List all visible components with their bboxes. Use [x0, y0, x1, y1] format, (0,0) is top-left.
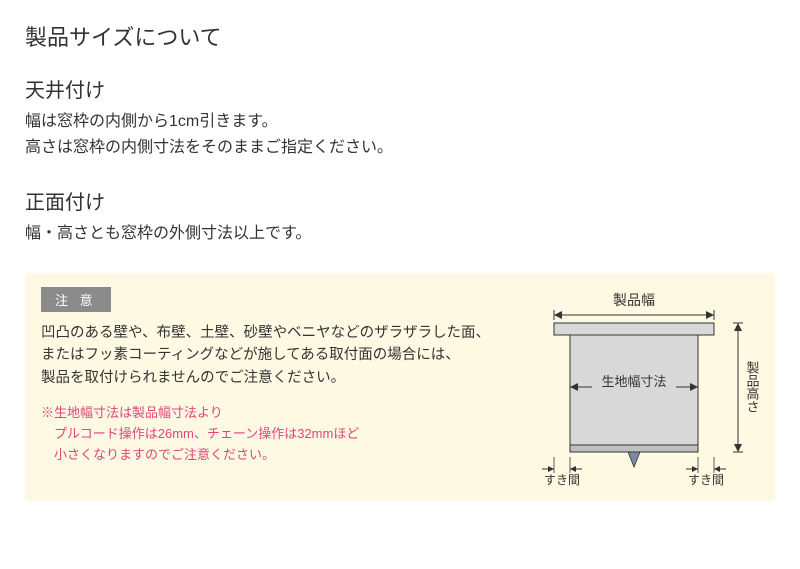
label-fabric-width: 生地幅寸法 — [601, 374, 666, 389]
notice-line: 凹凸のある壁や、布壁、土壁、砂壁やベニヤなどのザラザラした面、 — [41, 325, 490, 341]
notice-badge: 注 意 — [41, 287, 111, 312]
notice-box: 注 意 凹凸のある壁や、布壁、土壁、砂壁やベニヤなどのザラザラした面、 またはフ… — [25, 273, 775, 501]
warning-line: プルコード操作は26mm、チェーン操作は32mmほど — [41, 424, 520, 445]
notice-text: 凹凸のある壁や、布壁、土壁、砂壁やベニヤなどのザラザラした面、 またはフッ素コー… — [41, 322, 520, 389]
notice-warning: ※生地幅寸法は製品幅寸法より プルコード操作は26mm、チェーン操作は32mmほ… — [41, 403, 520, 465]
section-heading-ceiling: 天井付け — [25, 74, 775, 103]
section-text: 幅は窓枠の内側から1cm引きます。 高さは窓枠の内側寸法をそのままご指定ください… — [25, 109, 775, 160]
section-heading-front: 正面付け — [25, 186, 775, 215]
label-gap-left: すき間 — [544, 473, 580, 487]
section-front: 正面付け 幅・高さとも窓枠の外側寸法以上です。 — [25, 186, 775, 247]
text-line: 幅は窓枠の内側から1cm引きます。 — [25, 113, 278, 130]
section-ceiling: 天井付け 幅は窓枠の内側から1cm引きます。 高さは窓枠の内側寸法をそのままご指… — [25, 74, 775, 160]
notice-line: 製品を取付けられませんのでご注意ください。 — [41, 370, 345, 386]
notice-line: またはフッ素コーティングなどが施してある取付面の場合には、 — [41, 347, 460, 363]
warning-line: 小さくなりますのでご注意ください。 — [41, 445, 520, 466]
page-title: 製品サイズについて — [25, 20, 775, 52]
notice-content: 注 意 凹凸のある壁や、布壁、土壁、砂壁やベニヤなどのザラザラした面、 またはフ… — [41, 287, 520, 487]
product-diagram: 製品幅 生地幅寸法 製品高さ — [534, 287, 759, 487]
label-product-width: 製品幅 — [613, 292, 655, 308]
section-text: 幅・高さとも窓枠の外側寸法以上です。 — [25, 221, 775, 247]
warning-line: ※生地幅寸法は製品幅寸法より — [41, 405, 223, 420]
label-product-height: 製品高さ — [745, 361, 760, 413]
text-line: 幅・高さとも窓枠の外側寸法以上です。 — [25, 225, 311, 242]
text-line: 高さは窓枠の内側寸法をそのままご指定ください。 — [25, 139, 393, 156]
label-gap-right: すき間 — [688, 473, 724, 487]
